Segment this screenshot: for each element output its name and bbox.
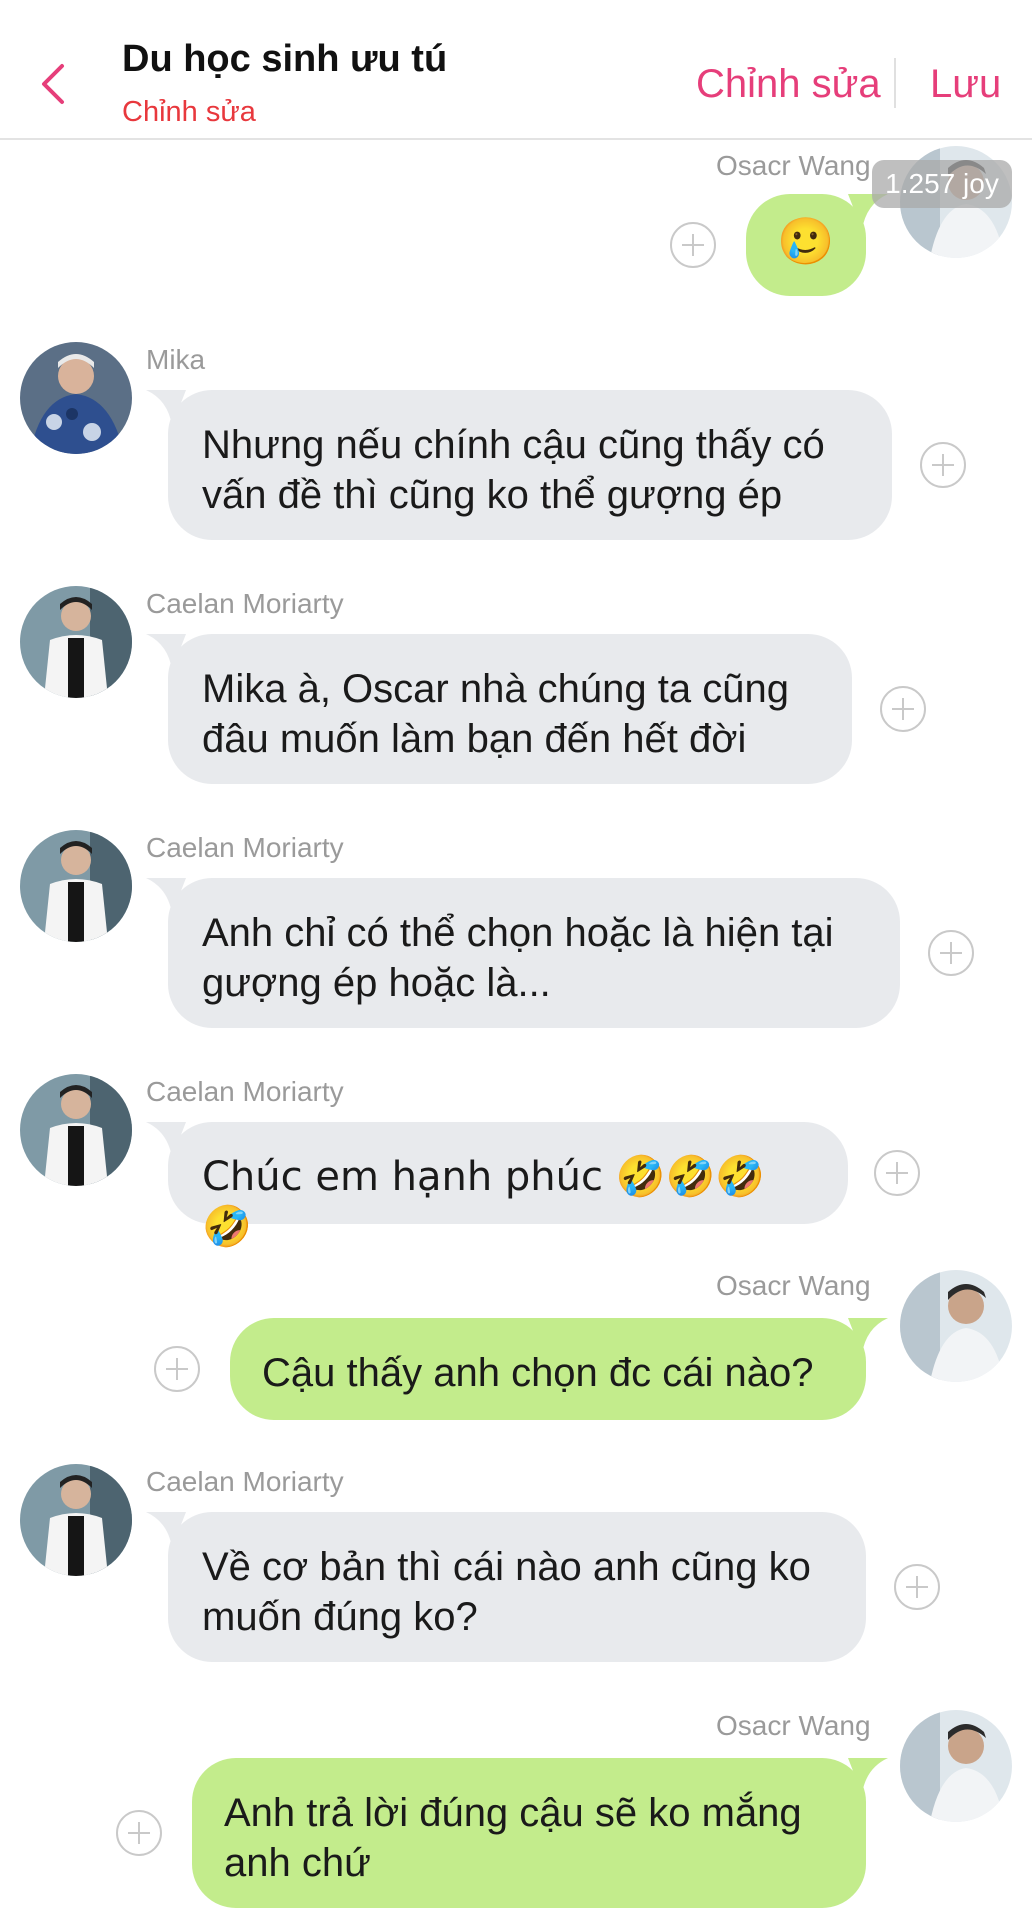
message-bubble-outgoing[interactable]: Anh trả lời đúng cậu sẽ ko mắng anh chứ — [192, 1758, 888, 1908]
add-reaction-button[interactable] — [116, 1810, 162, 1856]
joy-count-badge: 1.257 joy — [872, 160, 1012, 208]
message-text: Nhưng nếu chính cậu cũng thấy có vấn đề … — [202, 423, 825, 517]
avatar-mika[interactable] — [20, 342, 132, 454]
sender-name: Caelan Moriarty — [146, 1076, 344, 1107]
message-emoji: 🥲 — [777, 214, 835, 268]
avatar-oscar[interactable] — [900, 1710, 1012, 1822]
add-reaction-button[interactable] — [920, 442, 966, 488]
chat-title: Du học sinh ưu tú — [122, 38, 448, 80]
avatar-caelan[interactable] — [20, 1464, 132, 1576]
message-bubble-outgoing[interactable]: Cậu thấy anh chọn đc cái nào? — [230, 1318, 888, 1420]
message-text: Về cơ bản thì cái nào anh cũng ko muốn đ… — [202, 1545, 811, 1639]
sender-name: Osacr Wang — [716, 150, 871, 181]
message-text: Chúc em hạnh phúc 🤣🤣🤣🤣 — [202, 1154, 766, 1250]
message-text: Cậu thấy anh chọn đc cái nào? — [262, 1351, 814, 1395]
sender-name: Mika — [146, 344, 206, 375]
message-text: Mika à, Oscar nhà chúng ta cũng đâu muốn… — [202, 667, 789, 761]
message-text: Anh chỉ có thể chọn hoặc là hiện tại gượ… — [202, 911, 834, 1005]
sender-name: Osacr Wang — [716, 1710, 871, 1741]
header-divider — [894, 58, 896, 108]
edit-button[interactable]: Chỉnh sửa — [696, 62, 881, 107]
sender-name: Caelan Moriarty — [146, 588, 344, 619]
message-text: Anh trả lời đúng cậu sẽ ko mắng anh chứ — [224, 1791, 802, 1885]
save-button[interactable]: Lưu — [930, 62, 1001, 107]
avatar-caelan[interactable] — [20, 1074, 132, 1186]
message-bubble-outgoing[interactable]: 🥲 — [746, 194, 888, 296]
message-bubble-incoming[interactable]: Nhưng nếu chính cậu cũng thấy có vấn đề … — [146, 390, 892, 540]
message-bubble-incoming[interactable]: Về cơ bản thì cái nào anh cũng ko muốn đ… — [146, 1512, 866, 1662]
message-bubble-incoming[interactable]: Anh chỉ có thể chọn hoặc là hiện tại gượ… — [146, 878, 900, 1028]
avatar-oscar[interactable] — [900, 1270, 1012, 1382]
avatar-caelan[interactable] — [20, 830, 132, 942]
chat-subtitle: Chỉnh sửa — [122, 96, 256, 128]
avatar-caelan[interactable] — [20, 586, 132, 698]
add-reaction-button[interactable] — [880, 686, 926, 732]
sender-name: Caelan Moriarty — [146, 832, 344, 863]
add-reaction-button[interactable] — [154, 1346, 200, 1392]
message-bubble-incoming[interactable]: Chúc em hạnh phúc 🤣🤣🤣🤣 — [146, 1122, 848, 1250]
message-bubble-incoming[interactable]: Mika à, Oscar nhà chúng ta cũng đâu muốn… — [146, 634, 852, 784]
back-chevron-icon[interactable] — [36, 60, 72, 108]
add-reaction-button[interactable] — [928, 930, 974, 976]
sender-name: Osacr Wang — [716, 1270, 871, 1301]
add-reaction-button[interactable] — [874, 1150, 920, 1196]
add-reaction-button[interactable] — [894, 1564, 940, 1610]
sender-name: Caelan Moriarty — [146, 1466, 344, 1497]
chat-header: Du học sinh ưu tú Chỉnh sửa Chỉnh sửa Lư… — [0, 0, 1032, 140]
add-reaction-button[interactable] — [670, 222, 716, 268]
